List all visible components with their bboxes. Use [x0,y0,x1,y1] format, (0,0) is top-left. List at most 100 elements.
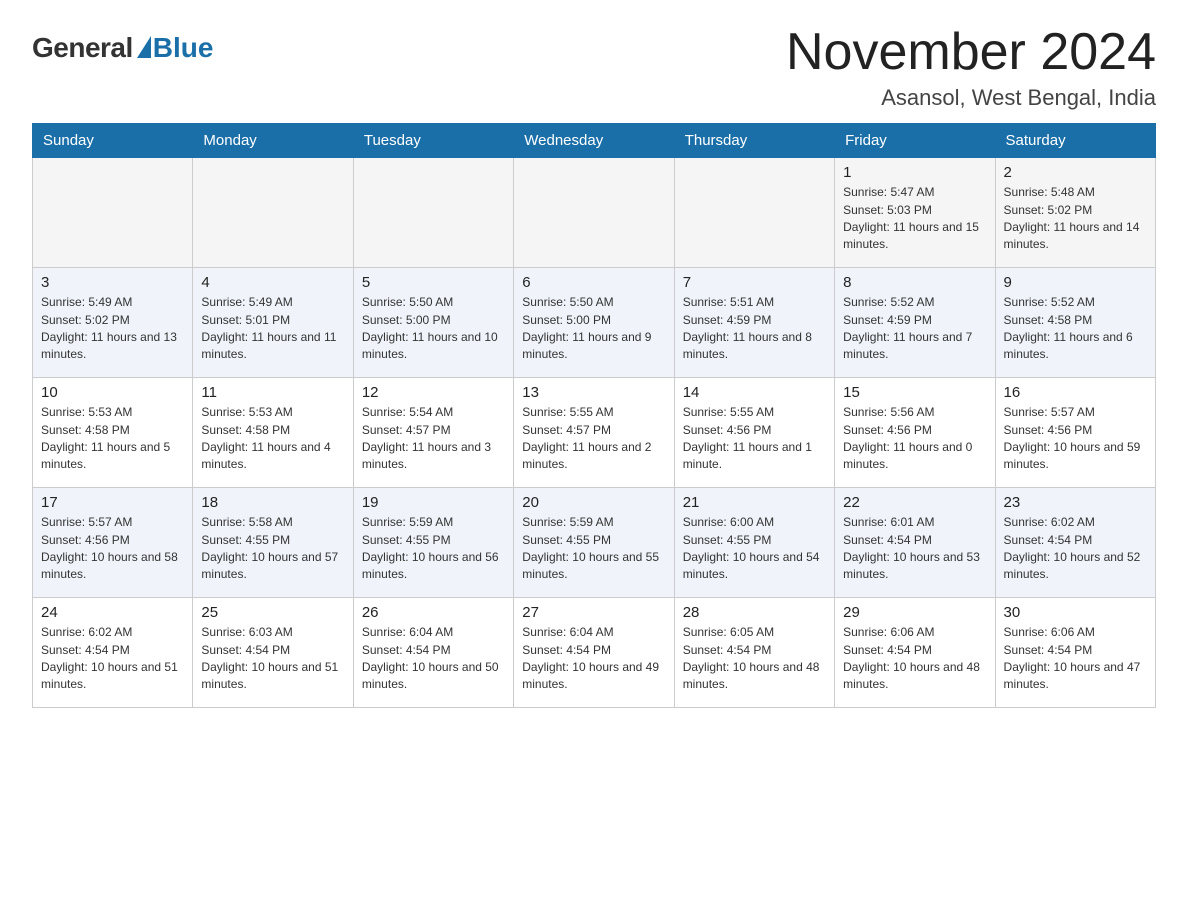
day-info: Sunrise: 5:52 AMSunset: 4:59 PMDaylight:… [843,294,986,364]
weekday-header-thursday: Thursday [674,124,834,158]
week-row-3: 10 Sunrise: 5:53 AMSunset: 4:58 PMDayligh… [33,378,1156,488]
calendar-cell: 14 Sunrise: 5:55 AMSunset: 4:56 PMDayligh… [674,378,834,488]
day-info: Sunrise: 6:03 AMSunset: 4:54 PMDaylight:… [201,624,344,694]
calendar-cell: 12Sunrise: 5:54 AMSunset: 4:57 PMDayligh… [353,378,513,488]
day-info: Sunrise: 5:54 AMSunset: 4:57 PMDaylight:… [362,404,505,474]
day-info: Sunrise: 6:04 AMSunset: 4:54 PMDaylight:… [362,624,505,694]
day-info: Sunrise: 5:50 AMSunset: 5:00 PMDaylight:… [362,294,505,364]
page-subtitle: Asansol, West Bengal, India [786,85,1156,111]
day-info: Sunrise: 5:55 AMSunset: 4:57 PMDaylight:… [522,404,665,474]
calendar-cell [353,158,513,268]
title-area: November 2024 Asansol, West Bengal, Indi… [786,24,1156,111]
day-info: Sunrise: 6:06 AMSunset: 4:54 PMDaylight:… [843,624,986,694]
day-info: Sunrise: 6:06 AMSunset: 4:54 PMDaylight:… [1004,624,1147,694]
calendar-cell: 2 Sunrise: 5:48 AMSunset: 5:02 PMDaylight… [995,158,1155,268]
week-row-2: 3Sunrise: 5:49 AMSunset: 5:02 PMDaylight… [33,268,1156,378]
day-info: Sunrise: 6:01 AMSunset: 4:54 PMDaylight:… [843,514,986,584]
day-info: Sunrise: 5:57 AMSunset: 4:56 PMDaylight:… [1004,404,1147,474]
calendar-cell: 9Sunrise: 5:52 AMSunset: 4:58 PMDaylight… [995,268,1155,378]
calendar-cell: 16 Sunrise: 5:57 AMSunset: 4:56 PMDayligh… [995,378,1155,488]
day-info: Sunrise: 5:58 AMSunset: 4:55 PMDaylight:… [201,514,344,584]
day-number: 29 [843,604,986,621]
day-number: 25 [201,604,344,621]
day-number: 11 [201,384,344,401]
calendar-cell: 18Sunrise: 5:58 AMSunset: 4:55 PMDayligh… [193,488,353,598]
day-number: 6 [522,274,665,291]
day-info: Sunrise: 5:48 AMSunset: 5:02 PMDaylight:… [1004,184,1147,254]
calendar-cell: 3Sunrise: 5:49 AMSunset: 5:02 PMDaylight… [33,268,193,378]
day-number: 30 [1004,604,1147,621]
calendar-cell: 26 Sunrise: 6:04 AMSunset: 4:54 PMDayligh… [353,598,513,708]
calendar-cell: 10 Sunrise: 5:53 AMSunset: 4:58 PMDayligh… [33,378,193,488]
calendar-cell [193,158,353,268]
weekday-header-sunday: Sunday [33,124,193,158]
day-info: Sunrise: 5:59 AMSunset: 4:55 PMDaylight:… [522,514,665,584]
day-number: 20 [522,494,665,511]
day-number: 10 [41,384,184,401]
calendar-cell: 28 Sunrise: 6:05 AMSunset: 4:54 PMDayligh… [674,598,834,708]
calendar-cell: 4Sunrise: 5:49 AMSunset: 5:01 PMDaylight… [193,268,353,378]
day-info: Sunrise: 6:00 AMSunset: 4:55 PMDaylight:… [683,514,826,584]
day-number: 23 [1004,494,1147,511]
calendar-cell: 22 Sunrise: 6:01 AMSunset: 4:54 PMDayligh… [835,488,995,598]
day-number: 24 [41,604,184,621]
week-row-5: 24 Sunrise: 6:02 AMSunset: 4:54 PMDayligh… [33,598,1156,708]
day-info: Sunrise: 5:49 AMSunset: 5:01 PMDaylight:… [201,294,344,364]
calendar-cell: 27 Sunrise: 6:04 AMSunset: 4:54 PMDayligh… [514,598,674,708]
day-info: Sunrise: 6:05 AMSunset: 4:54 PMDaylight:… [683,624,826,694]
calendar-cell: 21 Sunrise: 6:00 AMSunset: 4:55 PMDayligh… [674,488,834,598]
day-number: 7 [683,274,826,291]
day-info: Sunrise: 5:53 AMSunset: 4:58 PMDaylight:… [41,404,184,474]
day-info: Sunrise: 5:50 AMSunset: 5:00 PMDaylight:… [522,294,665,364]
calendar-cell: 23Sunrise: 6:02 AMSunset: 4:54 PMDayligh… [995,488,1155,598]
day-info: Sunrise: 5:55 AMSunset: 4:56 PMDaylight:… [683,404,826,474]
calendar-cell: 7 Sunrise: 5:51 AMSunset: 4:59 PMDaylight… [674,268,834,378]
day-number: 5 [362,274,505,291]
page-title: November 2024 [786,24,1156,81]
day-number: 14 [683,384,826,401]
weekday-header-row: SundayMondayTuesdayWednesdayThursdayFrid… [33,124,1156,158]
logo-blue-text: Blue [153,32,214,64]
day-number: 28 [683,604,826,621]
calendar-cell: 8 Sunrise: 5:52 AMSunset: 4:59 PMDaylight… [835,268,995,378]
day-info: Sunrise: 5:49 AMSunset: 5:02 PMDaylight:… [41,294,184,364]
calendar-cell: 11 Sunrise: 5:53 AMSunset: 4:58 PMDayligh… [193,378,353,488]
day-number: 1 [843,164,986,181]
day-info: Sunrise: 6:04 AMSunset: 4:54 PMDaylight:… [522,624,665,694]
calendar-cell: 17 Sunrise: 5:57 AMSunset: 4:56 PMDayligh… [33,488,193,598]
day-info: Sunrise: 5:56 AMSunset: 4:56 PMDaylight:… [843,404,986,474]
day-number: 27 [522,604,665,621]
day-number: 17 [41,494,184,511]
weekday-header-monday: Monday [193,124,353,158]
day-number: 22 [843,494,986,511]
day-info: Sunrise: 5:53 AMSunset: 4:58 PMDaylight:… [201,404,344,474]
weekday-header-friday: Friday [835,124,995,158]
logo-triangle-icon [137,36,151,58]
logo: General Blue [32,32,213,64]
day-info: Sunrise: 5:47 AMSunset: 5:03 PMDaylight:… [843,184,986,254]
day-number: 26 [362,604,505,621]
calendar-cell: 6 Sunrise: 5:50 AMSunset: 5:00 PMDaylight… [514,268,674,378]
calendar-cell: 30 Sunrise: 6:06 AMSunset: 4:54 PMDayligh… [995,598,1155,708]
calendar-table: SundayMondayTuesdayWednesdayThursdayFrid… [32,123,1156,708]
day-info: Sunrise: 5:51 AMSunset: 4:59 PMDaylight:… [683,294,826,364]
weekday-header-tuesday: Tuesday [353,124,513,158]
logo-general-text: General [32,32,133,64]
day-number: 13 [522,384,665,401]
week-row-1: 1 Sunrise: 5:47 AMSunset: 5:03 PMDaylight… [33,158,1156,268]
page-header: General Blue November 2024 Asansol, West… [32,24,1156,111]
day-number: 2 [1004,164,1147,181]
day-number: 8 [843,274,986,291]
day-number: 9 [1004,274,1147,291]
day-info: Sunrise: 6:02 AMSunset: 4:54 PMDaylight:… [41,624,184,694]
calendar-cell [674,158,834,268]
day-info: Sunrise: 5:59 AMSunset: 4:55 PMDaylight:… [362,514,505,584]
week-row-4: 17 Sunrise: 5:57 AMSunset: 4:56 PMDayligh… [33,488,1156,598]
day-number: 21 [683,494,826,511]
calendar-cell: 24 Sunrise: 6:02 AMSunset: 4:54 PMDayligh… [33,598,193,708]
calendar-cell: 25 Sunrise: 6:03 AMSunset: 4:54 PMDayligh… [193,598,353,708]
calendar-cell [33,158,193,268]
day-number: 19 [362,494,505,511]
day-number: 16 [1004,384,1147,401]
day-info: Sunrise: 5:57 AMSunset: 4:56 PMDaylight:… [41,514,184,584]
